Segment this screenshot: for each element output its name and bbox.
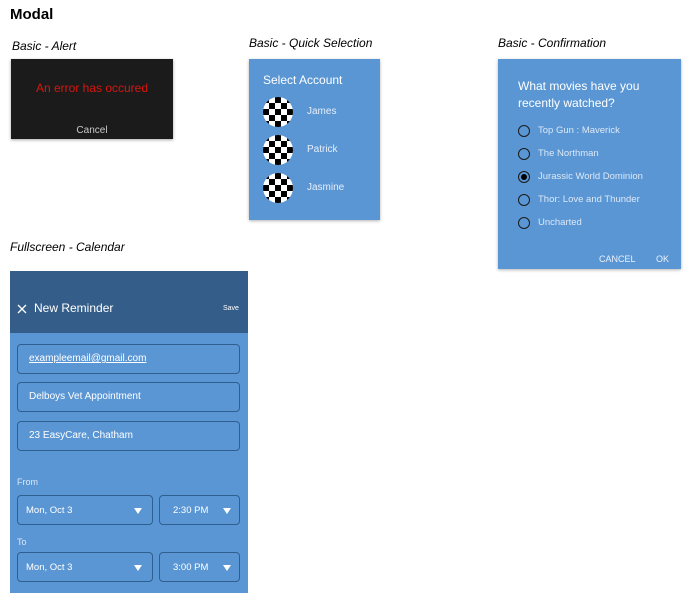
from-label: From [17,477,38,487]
checkerboard-avatar-icon [263,97,293,127]
calendar-header: New Reminder Save [10,271,248,333]
to-time-select[interactable]: 3:00 PM [159,552,240,582]
dropdown-arrow-icon [134,508,142,514]
movie-option[interactable]: Thor: Love and Thunder [518,193,678,207]
account-name: Patrick [307,144,338,155]
checkerboard-avatar-icon [263,173,293,203]
to-time-value: 3:00 PM [173,562,209,573]
to-date-select[interactable]: Mon, Oct 3 [17,552,153,582]
confirmation-cancel-button[interactable]: CANCEL [599,254,636,264]
location-field[interactable]: 23 EasyCare, Chatham [17,421,240,451]
account-item-james[interactable]: James [263,97,373,127]
event-title-value: Delboys Vet Appointment [29,391,141,402]
radio-button[interactable] [518,217,530,229]
movie-option-label: Jurassic World Dominion [538,171,643,182]
radio-button[interactable] [518,125,530,137]
radio-button[interactable] [518,194,530,206]
email-field[interactable]: exampleemail@gmail.com [17,344,240,374]
alert-caption: Basic - Alert [12,39,77,53]
from-time-select[interactable]: 2:30 PM [159,495,240,525]
from-date-value: Mon, Oct 3 [26,505,73,516]
calendar-caption: Fullscreen - Calendar [10,240,125,254]
location-value: 23 EasyCare, Chatham [29,430,133,441]
movie-option[interactable]: The Northman [518,147,678,161]
movie-option[interactable]: Top Gun : Maverick [518,124,678,138]
movie-option-selected[interactable]: Jurassic World Dominion [518,170,678,184]
quick-selection-title: Select Account [263,73,343,87]
event-title-field[interactable]: Delboys Vet Appointment [17,382,240,412]
calendar-title: New Reminder [34,301,114,315]
radio-button-selected[interactable] [518,171,530,183]
from-time-value: 2:30 PM [173,505,209,516]
movie-option[interactable]: Uncharted [518,216,678,230]
quick-selection-caption: Basic - Quick Selection [249,36,373,50]
movie-option-label: The Northman [538,148,599,159]
account-name: James [307,106,337,117]
checkerboard-avatar-icon [263,135,293,165]
from-date-select[interactable]: Mon, Oct 3 [17,495,153,525]
alert-modal: An error has occured Cancel [11,59,173,139]
movie-option-label: Top Gun : Maverick [538,125,620,136]
to-label: To [17,537,27,547]
dropdown-arrow-icon [223,565,231,571]
confirmation-ok-button[interactable]: OK [656,254,669,264]
to-date-value: Mon, Oct 3 [26,562,73,573]
confirmation-title: What movies have you recently watched? [518,79,640,110]
save-button[interactable]: Save [223,305,239,312]
confirmation-modal: What movies have you recently watched? T… [498,59,681,269]
movie-option-label: Uncharted [538,217,582,228]
calendar-modal: New Reminder Save exampleemail@gmail.com… [10,271,248,593]
dropdown-arrow-icon [223,508,231,514]
quick-selection-modal: Select Account James Patrick Jasmine [249,59,380,220]
account-name: Jasmine [307,182,345,193]
radio-button[interactable] [518,148,530,160]
account-item-patrick[interactable]: Patrick [263,135,373,165]
email-value: exampleemail@gmail.com [29,353,147,364]
page-title: Modal [10,6,54,23]
movie-option-label: Thor: Love and Thunder [538,194,640,205]
alert-message: An error has occured [35,81,149,95]
close-icon[interactable] [16,302,28,314]
confirmation-caption: Basic - Confirmation [498,36,607,50]
account-item-jasmine[interactable]: Jasmine [263,173,373,203]
alert-cancel-button[interactable]: Cancel [11,125,173,136]
dropdown-arrow-icon [134,565,142,571]
